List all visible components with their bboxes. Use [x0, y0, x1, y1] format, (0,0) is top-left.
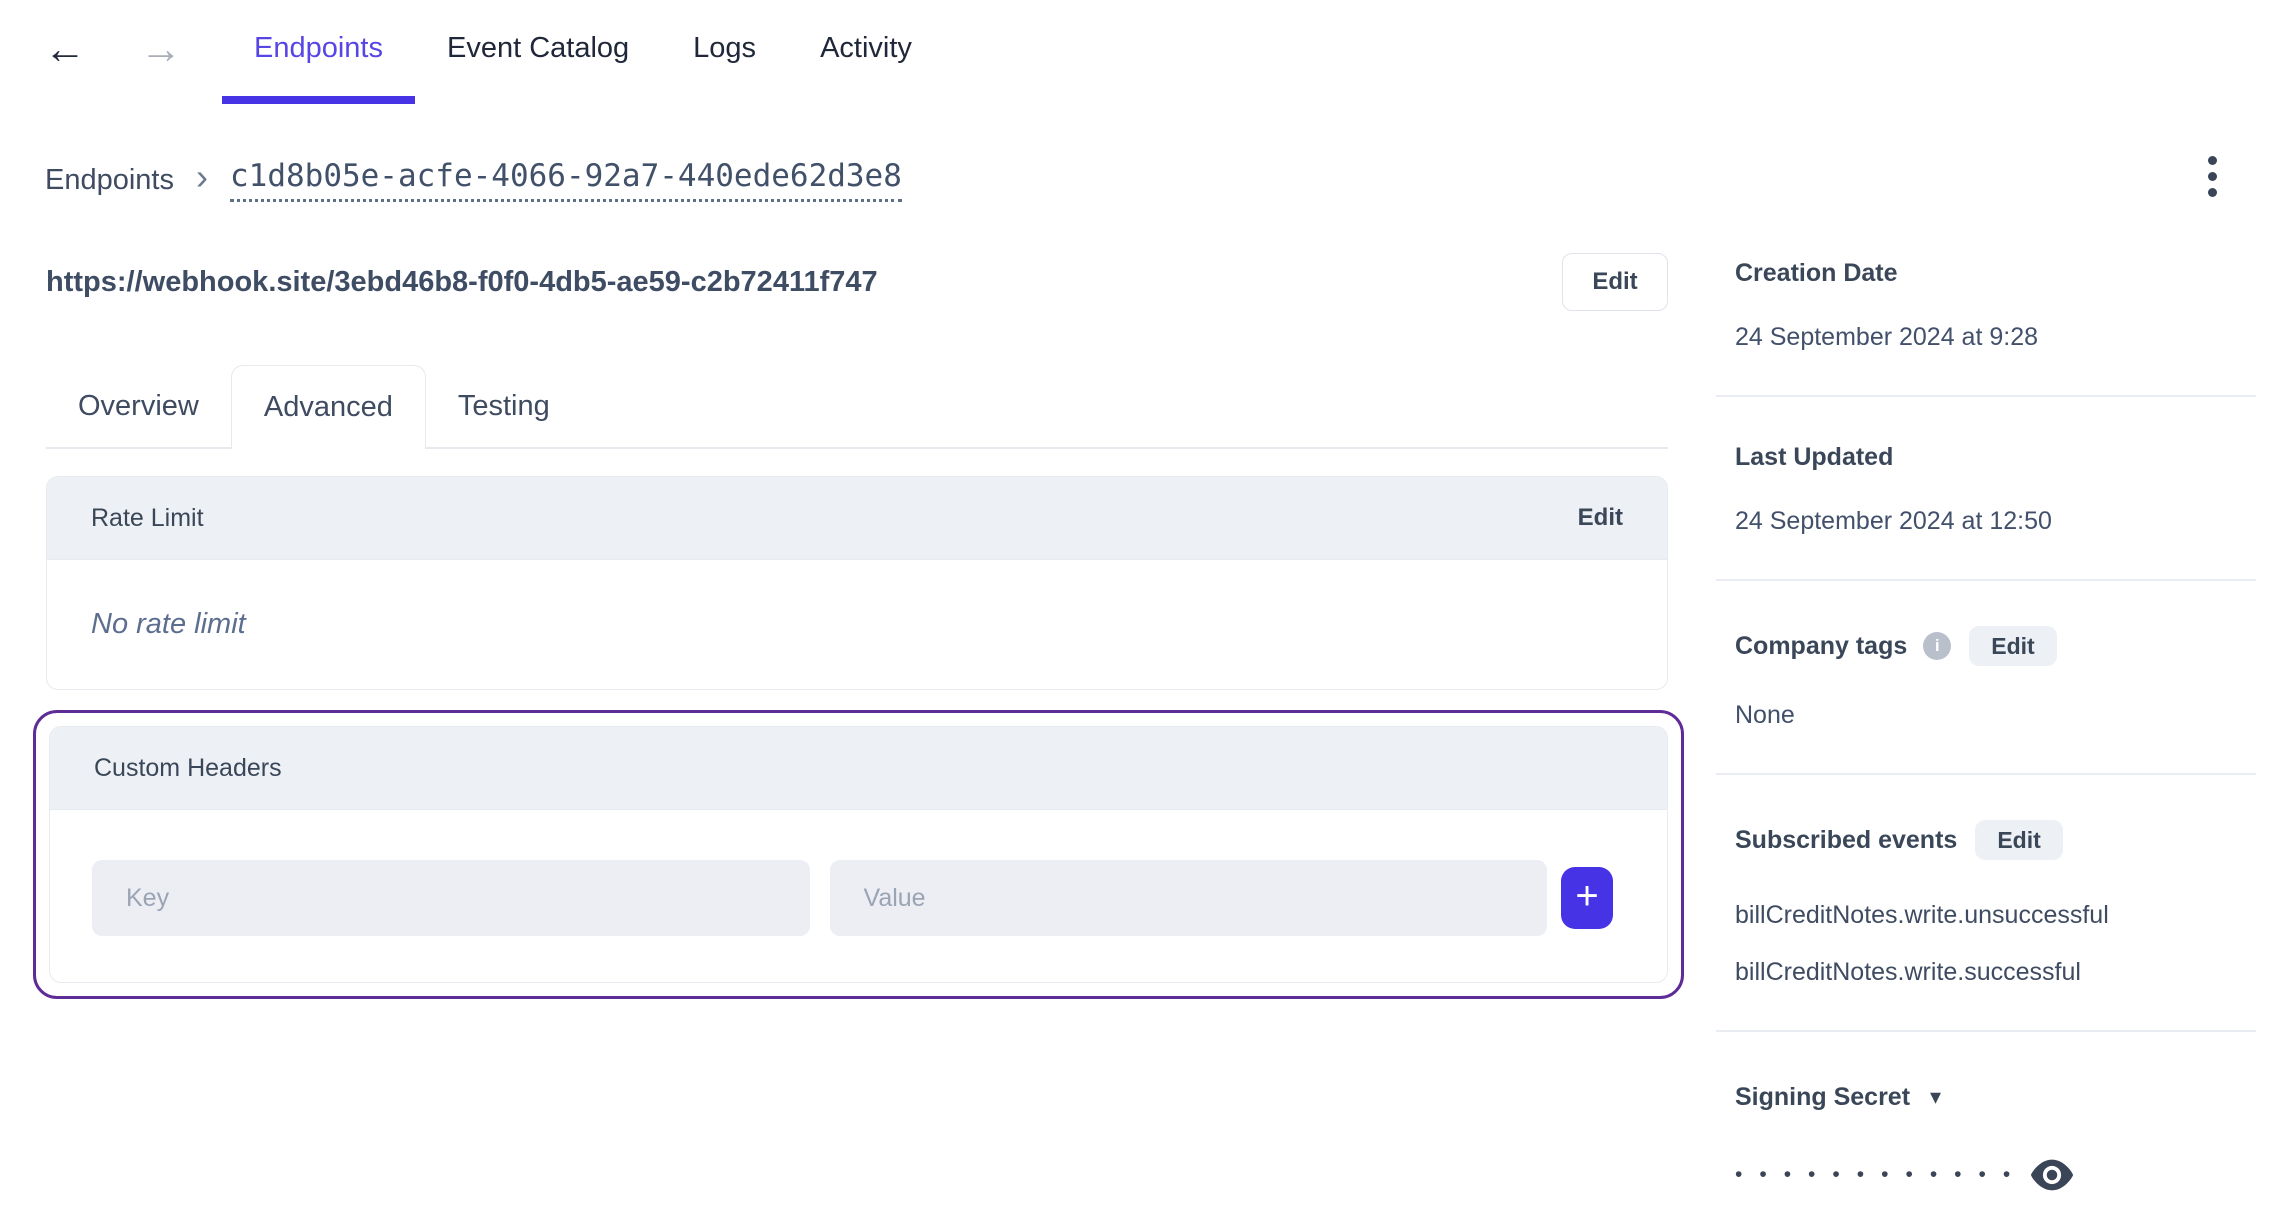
breadcrumb-endpoints-link[interactable]: Endpoints	[45, 164, 174, 197]
company-tags-section: Company tags i Edit None	[1716, 626, 2256, 730]
kebab-dot	[2208, 156, 2217, 165]
company-tags-edit-button[interactable]: Edit	[1969, 626, 2057, 666]
signing-secret-value-row: ••••••••••••	[1735, 1159, 2256, 1191]
forward-arrow-icon[interactable]: →	[140, 0, 182, 104]
subscribed-event-item: billCreditNotes.write.successful	[1735, 958, 2081, 986]
top-navigation: ← → Endpoints Event Catalog Logs Activit…	[44, 0, 944, 104]
signing-secret-header[interactable]: Signing Secret ▾	[1735, 1077, 2256, 1117]
signing-secret-section: Signing Secret ▾ ••••••••••••	[1716, 1077, 2256, 1191]
top-tab-event-catalog[interactable]: Event Catalog	[415, 0, 661, 104]
reveal-secret-button[interactable]	[2029, 1159, 2075, 1191]
last-updated-value: 24 September 2024 at 12:50	[1735, 507, 2052, 535]
endpoint-url-title: https://webhook.site/3ebd46b8-f0f0-4db5-…	[46, 265, 878, 298]
breadcrumb: Endpoints › c1d8b05e-acfe-4066-92a7-440e…	[45, 158, 902, 202]
top-tab-bar: Endpoints Event Catalog Logs Activity	[222, 0, 944, 104]
custom-headers-highlight-outline: Custom Headers +	[33, 710, 1684, 999]
custom-headers-title: Custom Headers	[94, 753, 282, 782]
tab-overview[interactable]: Overview	[46, 365, 231, 447]
chevron-right-icon: ›	[196, 156, 208, 197]
tab-advanced[interactable]: Advanced	[230, 365, 426, 449]
sidebar-divider	[1716, 1030, 2256, 1032]
kebab-dot	[2208, 188, 2217, 197]
rate-limit-card: Rate Limit Edit No rate limit	[46, 476, 1668, 690]
breadcrumb-endpoint-id[interactable]: c1d8b05e-acfe-4066-92a7-440ede62d3e8	[230, 158, 902, 202]
top-tab-endpoints[interactable]: Endpoints	[222, 0, 415, 104]
creation-date-label: Creation Date	[1735, 259, 1898, 287]
signing-secret-label: Signing Secret	[1735, 1083, 1911, 1111]
add-header-button[interactable]: +	[1561, 867, 1613, 929]
edit-url-button[interactable]: Edit	[1562, 253, 1668, 311]
last-updated-section: Last Updated 24 September 2024 at 12:50	[1716, 442, 2256, 536]
sidebar-divider	[1716, 773, 2256, 775]
subscribed-events-edit-button[interactable]: Edit	[1975, 820, 2063, 860]
rate-limit-edit-button[interactable]: Edit	[1578, 504, 1623, 532]
custom-headers-card: Custom Headers +	[49, 726, 1668, 983]
sidebar-divider	[1716, 579, 2256, 581]
rate-limit-empty-text: No rate limit	[91, 608, 246, 640]
chevron-down-icon[interactable]: ▾	[1930, 1086, 1941, 1108]
top-tab-logs[interactable]: Logs	[661, 0, 788, 104]
creation-date-section: Creation Date 24 September 2024 at 9:28	[1716, 258, 2256, 352]
company-tags-label: Company tags	[1735, 632, 1908, 660]
kebab-dot	[2208, 172, 2217, 181]
detail-tab-bar: Overview Advanced Testing	[46, 365, 1668, 449]
header-value-input[interactable]	[829, 860, 1547, 936]
last-updated-label: Last Updated	[1735, 443, 1894, 471]
top-tab-activity[interactable]: Activity	[788, 0, 944, 104]
endpoint-url-row: https://webhook.site/3ebd46b8-f0f0-4db5-…	[46, 253, 1668, 311]
endpoint-details-page: ← → Endpoints Event Catalog Logs Activit…	[0, 0, 2274, 1208]
creation-date-value: 24 September 2024 at 9:28	[1735, 323, 2039, 351]
company-tags-header: Company tags i Edit	[1735, 626, 2256, 666]
tab-testing[interactable]: Testing	[426, 365, 582, 447]
sidebar-divider	[1716, 395, 2256, 397]
overflow-menu-icon[interactable]	[2204, 152, 2221, 201]
plus-icon: +	[1575, 874, 1599, 918]
custom-headers-form: +	[50, 810, 1667, 982]
signing-secret-masked-value: ••••••••••••	[1735, 1163, 2028, 1186]
info-icon[interactable]: i	[1923, 632, 1952, 660]
subscribed-event-item: billCreditNotes.write.unsuccessful	[1735, 901, 2109, 929]
eye-icon	[2031, 1159, 2074, 1191]
company-tags-value: None	[1735, 701, 1795, 729]
back-arrow-icon[interactable]: ←	[44, 0, 86, 104]
custom-headers-card-header: Custom Headers	[50, 727, 1667, 810]
header-key-input[interactable]	[92, 860, 810, 936]
details-sidebar: Creation Date 24 September 2024 at 9:28 …	[1716, 258, 2256, 1191]
subscribed-events-section: Subscribed events Edit billCreditNotes.w…	[1716, 820, 2256, 987]
rate-limit-title: Rate Limit	[91, 503, 204, 532]
subscribed-events-header: Subscribed events Edit	[1735, 820, 2256, 860]
subscribed-events-label: Subscribed events	[1735, 826, 1958, 854]
main-content: https://webhook.site/3ebd46b8-f0f0-4db5-…	[33, 253, 1684, 999]
rate-limit-card-header: Rate Limit Edit	[47, 477, 1667, 560]
